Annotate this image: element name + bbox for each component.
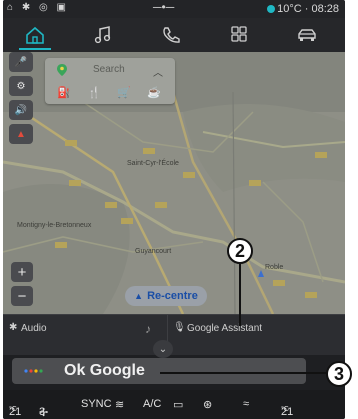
tab-apps[interactable] [211,18,267,52]
map-label-guyancourt: Guyancourt [135,248,172,255]
steering-wheel-heat-button[interactable]: ⊛ [203,398,212,411]
speaker-icon: 🔊 [14,104,28,116]
google-assistant-widget[interactable]: 🎙 Google Assistant [169,315,345,355]
tab-vehicle[interactable] [279,18,335,52]
search-panel: Search ︿ ⛽ 🍴 🛒 ☕ [45,58,175,104]
coffee-icon: ☕ [147,86,161,99]
volume-button[interactable]: 🔊 [9,100,33,120]
status-right: 10°C · 08:28 [267,3,339,15]
ok-google-text: Ok Google [64,362,145,379]
tab-music[interactable] [75,18,131,52]
zoom-in-button[interactable]: + [11,262,33,282]
category-fuel[interactable]: ⛽ [57,85,71,99]
main-navigation [3,18,345,53]
chevron-down-icon: ⌄ [158,343,168,355]
tab-home[interactable] [7,18,63,52]
callout-2-line [239,264,241,326]
status-bar: ⌂ ✱ ◎ ▣ ─•─ 10°C · 08:28 [3,0,345,18]
search-placeholder: Search [93,64,125,75]
page-indicator: ─•─ [153,0,175,14]
widget-bar: ✱ Audio ♪ 🎙 Google Assistant [3,314,345,355]
weather-icon [267,5,276,14]
navigation-arrow-icon: ▲ [134,291,144,301]
recentre-label: Re-centre [147,290,198,302]
windscreen-demist-button[interactable]: ≋ [115,398,124,411]
microphone-icon: 🎙 [173,322,186,333]
outside-temperature: 10°C [277,3,302,15]
climate-bar: 21 °C ✢ 3 SYNC ≋ A/C ▭ ⊛ ≈ 21 °C [3,390,345,419]
status-icons: ⌂ ✱ ◎ ▣ [7,2,69,13]
clock: 08:28 [311,3,339,15]
gear-icon: ⚙ [16,80,26,92]
callout-2: 2 [227,238,253,264]
recentre-button[interactable]: ▲ Re-centre [125,286,207,306]
infotainment-screen: ⌂ ✱ ◎ ▣ ─•─ 10°C · 08:28 Saint-Cyr-l'Éco… [3,0,345,419]
compass-button[interactable]: ▲ [9,124,33,144]
settings-button[interactable]: ⚙ [9,76,33,96]
tab-phone[interactable] [143,18,199,52]
map-side-controls: 🎤 ⚙ 🔊 ▲ [9,52,35,148]
fuel-icon: ⛽ [57,86,71,99]
compass-icon: ▲ [16,128,26,140]
bluetooth-icon: ✱ [9,322,18,333]
ac-button[interactable]: A/C [143,398,161,410]
no-media-icon: ♪ [145,322,151,336]
category-cafe[interactable]: ☕ [147,85,161,99]
audio-label: Audio [21,323,47,334]
assistant-label: Google Assistant [187,323,263,334]
cart-icon: 🛒 [117,86,131,99]
audio-widget[interactable]: ✱ Audio ♪ [7,315,168,355]
apps-icon [231,26,247,42]
car-icon [298,29,316,41]
callout-3-line [160,372,326,374]
zoom-out-button[interactable]: − [11,286,33,306]
rear-demist-button[interactable]: ▭ [173,398,183,411]
google-assistant-dots-icon [24,369,43,373]
restaurant-icon: 🍴 [87,86,101,99]
expand-handle[interactable]: ⌄ [153,340,173,358]
ok-google-bar[interactable]: Ok Google [12,358,306,384]
search-input[interactable]: Search ︿ [51,62,169,79]
status-separator: · [304,3,309,15]
chevron-up-icon[interactable]: ︿ [153,64,163,79]
category-shopping[interactable]: 🛒 [117,85,131,99]
callout-3: 3 [326,361,352,387]
music-icon [94,26,111,44]
map-view[interactable]: Saint-Cyr-l'École Montigny-le-Bretonneux… [3,52,345,314]
map-label-montigny: Montigny-le-Bretonneux [17,222,92,229]
voice-button[interactable]: 🎤 [9,52,33,72]
seat-heat-button[interactable]: ≈ [243,398,249,410]
category-restaurant[interactable]: 🍴 [87,85,101,99]
map-pin-icon [57,64,67,76]
map-label-saint-cyr: Saint-Cyr-l'École [127,160,179,167]
map-label-roble: Roble [265,264,284,271]
sync-button[interactable]: SYNC [81,398,112,410]
phone-icon [163,27,180,43]
microphone-icon: 🎤 [14,56,28,68]
home-icon [26,26,44,44]
